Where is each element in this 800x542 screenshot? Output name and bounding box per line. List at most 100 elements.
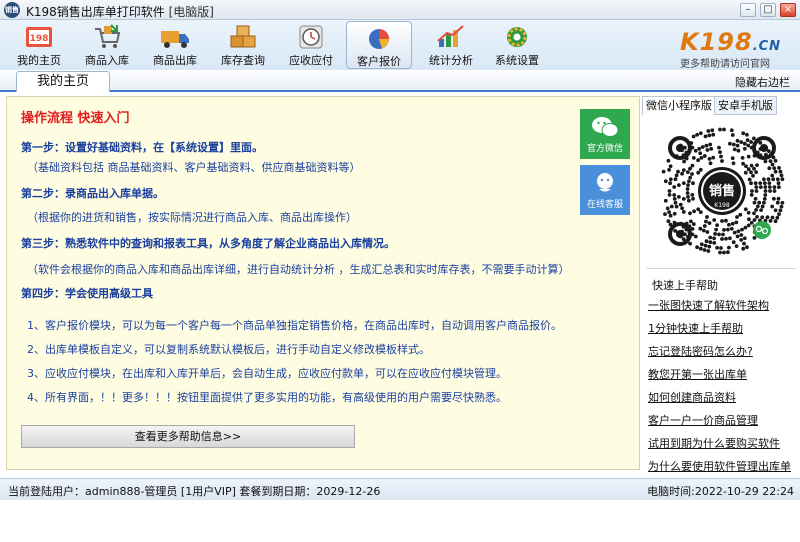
help-link-customer-price[interactable]: 客户一户一价商品管理 xyxy=(648,412,758,428)
help-link-create-product[interactable]: 如何创建商品资料 xyxy=(648,389,736,405)
help-link-quickstart[interactable]: 1分钟快速上手帮助 xyxy=(648,320,743,336)
more-help-button[interactable]: 查看更多帮助信息>> xyxy=(21,425,355,448)
qr-dot xyxy=(770,162,775,167)
qr-dot xyxy=(695,245,699,250)
qr-dot xyxy=(665,206,670,211)
help-link-first-order[interactable]: 教您开第一张出库单 xyxy=(648,366,747,382)
toolbar-home-button[interactable]: 198 我的主页 xyxy=(6,21,72,69)
online-service-button[interactable]: 在线客服 xyxy=(580,165,630,215)
toolbar-settings-button[interactable]: 系统设置 xyxy=(484,21,550,69)
qr-dot xyxy=(752,200,757,205)
qr-dot xyxy=(742,146,747,151)
qr-dot xyxy=(691,134,696,139)
qr-dot xyxy=(773,169,778,174)
qr-dot xyxy=(762,177,766,182)
qr-center-sub: K198 xyxy=(714,202,730,209)
qr-dot xyxy=(770,173,775,178)
toolbar-receivable-button[interactable]: 应收应付 xyxy=(278,21,344,69)
qr-dot xyxy=(706,249,711,253)
qr-dot xyxy=(693,234,698,239)
qr-dot xyxy=(740,156,745,160)
toolbar-stock-in-button[interactable]: 商品入库 xyxy=(74,21,140,69)
qr-dot xyxy=(677,183,681,187)
qr-dot xyxy=(702,154,707,158)
qr-dot xyxy=(698,246,703,251)
guide-step-2: 第二步：录商品出入库单据。 xyxy=(21,187,164,200)
qr-dot xyxy=(712,236,716,241)
qr-dot xyxy=(729,128,734,133)
qr-dot xyxy=(712,218,717,222)
qr-dot xyxy=(700,145,705,149)
qr-dot xyxy=(722,250,726,255)
toolbar-stock-out-button[interactable]: 商品出库 xyxy=(142,21,208,69)
qr-dot xyxy=(688,166,692,171)
brand-subtitle: 更多帮助请访问官网 xyxy=(680,59,770,70)
help-link-why-buy[interactable]: 试用到期为什么要购买软件 xyxy=(648,435,780,451)
qr-dot xyxy=(672,193,677,197)
qr-dot xyxy=(779,173,784,178)
qr-dot xyxy=(715,245,719,250)
qr-dot xyxy=(668,181,672,186)
qr-dot xyxy=(767,166,772,171)
qr-dot xyxy=(767,185,772,189)
help-link-why-software[interactable]: 为什么要使用软件管理出库单 xyxy=(648,458,791,474)
cart-icon xyxy=(95,24,121,48)
qr-dot xyxy=(772,196,776,201)
qr-dot xyxy=(735,138,740,143)
guide-step-4: 第四步：学会使用高级工具 xyxy=(21,287,153,300)
qr-dot xyxy=(691,222,696,226)
chat-service-icon xyxy=(597,173,613,192)
qr-dot xyxy=(739,140,744,144)
qr-dot xyxy=(672,211,677,216)
qr-dot xyxy=(673,200,678,205)
tab-strip: 我的主页 隐藏右边栏 xyxy=(0,70,800,92)
qr-dot xyxy=(708,240,713,245)
help-link-architecture[interactable]: 一张图快速了解软件架构 xyxy=(648,297,769,313)
brand-link[interactable]: K198.CN 更多帮助请访问官网 xyxy=(678,28,798,70)
qr-dot xyxy=(749,170,753,175)
toolbar-statistics-button[interactable]: 统计分析 xyxy=(418,21,484,69)
clock-icon xyxy=(299,25,323,49)
online-service-label: 在线客服 xyxy=(586,200,623,210)
qr-dot xyxy=(663,198,668,203)
qr-dot xyxy=(690,193,695,197)
qr-dot xyxy=(668,177,673,182)
toolbar-inventory-button[interactable]: 库存查询 xyxy=(210,21,276,69)
tab-home[interactable]: 我的主页 xyxy=(16,71,110,92)
wechat-official-button[interactable]: 官方微信 xyxy=(580,109,630,159)
qr-dot xyxy=(746,223,751,228)
qr-dot xyxy=(749,140,753,144)
qr-code-icon: 销售 K198 xyxy=(654,123,790,259)
hide-sidebar-button[interactable]: 隐藏右边栏 xyxy=(735,74,790,90)
qr-dot xyxy=(758,181,763,185)
qr-dot xyxy=(779,204,784,209)
qr-dot xyxy=(731,161,736,166)
close-button[interactable]: × xyxy=(780,3,796,17)
tab-android[interactable]: 安卓手机版 xyxy=(714,96,777,115)
toolbar-quote-button[interactable]: 客户报价 xyxy=(346,21,412,69)
qr-dot xyxy=(710,128,715,133)
qr-dot xyxy=(720,237,724,241)
qr-dot xyxy=(685,187,690,191)
maximize-button[interactable]: □ xyxy=(760,3,776,17)
help-link-forgot-password[interactable]: 忘记登陆密码怎么办? xyxy=(648,343,753,359)
qr-dot xyxy=(707,157,712,161)
qr-dot xyxy=(698,131,703,136)
qr-dot xyxy=(734,244,739,248)
qr-dot xyxy=(668,213,673,218)
qr-dot xyxy=(718,127,722,132)
qr-dot xyxy=(663,212,667,216)
qr-dot xyxy=(749,181,753,186)
qr-dot xyxy=(772,166,777,170)
minimize-button[interactable]: – xyxy=(740,3,756,17)
qr-dot xyxy=(770,204,775,209)
qr-dot xyxy=(696,170,701,175)
qr-dot xyxy=(708,142,713,147)
tab-miniprogram[interactable]: 微信小程序版 xyxy=(642,96,716,115)
brand-logo: K198.CN xyxy=(680,28,781,56)
qr-dot xyxy=(674,173,679,178)
qr-dot xyxy=(698,226,703,231)
qr-dot xyxy=(686,183,690,187)
qr-dot xyxy=(732,230,737,235)
guide-panel: 操作流程 快速入门 第一步：设置好基础资料，在【系统设置】里面。 （基础资料包括… xyxy=(6,96,640,470)
